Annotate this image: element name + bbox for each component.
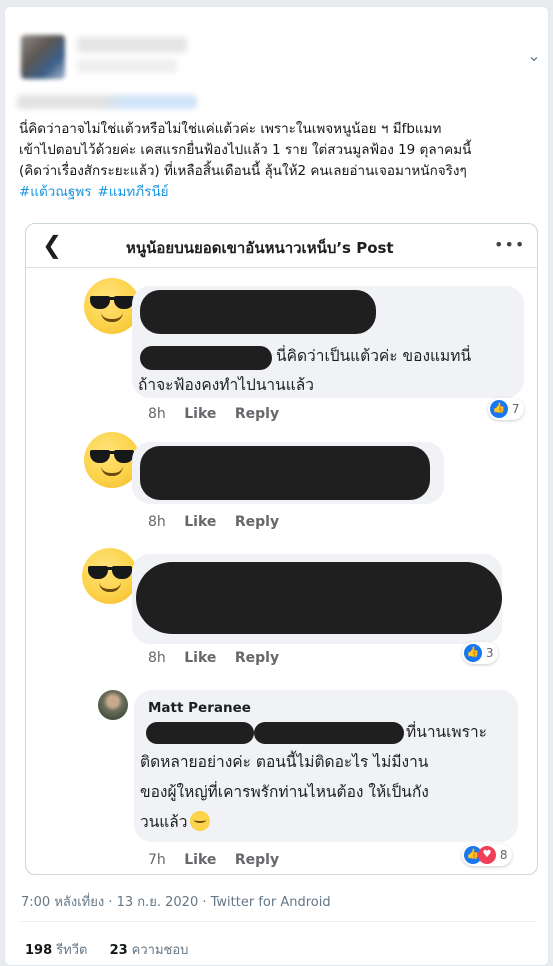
- reaction-count[interactable]: 👍 3: [462, 642, 499, 664]
- redacted-text: [254, 722, 404, 744]
- comment-text: ถ้าจะฟ้องคงทำไปนานแล้ว: [138, 376, 314, 394]
- author-name-blurred[interactable]: [77, 37, 187, 53]
- like-button[interactable]: Like: [184, 514, 216, 530]
- hashtag-link[interactable]: #แต้วณฐพร: [19, 184, 91, 200]
- reply-text: ของผู้ใหญ่ที่เคารพรักท่านไหนต้อง ให้เป็น…: [140, 783, 429, 801]
- reply-text: ที่นานเพราะ: [406, 723, 487, 741]
- comment-time: 8h: [148, 650, 166, 666]
- like-button[interactable]: Like: [184, 852, 216, 868]
- redacted-comment: [140, 446, 430, 500]
- author-handle-blurred: [77, 59, 177, 73]
- hashtag-list: #แต้วณฐพร #แมทภีรนีย์: [19, 182, 543, 203]
- fb-post-title: หนูน้อยบนยอดเขาอันหนาวเหน็บ’s Post: [126, 239, 394, 257]
- comment-text: นี่คิดว่าเป็นแต้วค่ะ ของแมทนี่: [276, 347, 472, 365]
- tweet-text-line: (คิดว่าเรื่องสักระยะแล้ว) ที่เหลือสิ้นเด…: [19, 163, 467, 179]
- comment-time: 8h: [148, 406, 166, 422]
- divider: [21, 921, 536, 922]
- reply-text-last: วนแล้ว: [140, 808, 210, 837]
- comment-time: 7h: [148, 852, 166, 868]
- back-arrow-icon[interactable]: ❮: [42, 232, 62, 258]
- redacted-name: [140, 290, 376, 334]
- embedded-facebook-screenshot[interactable]: ❮ หนูน้อยบนยอดเขาอันหนาวเหน็บ’s Post •••…: [25, 223, 538, 875]
- tweet-text-line: นี่คิดว่าอาจไม่ใช่แต้วหรือไม่ใช่แค่แต้วค…: [19, 121, 442, 137]
- thumbs-up-icon: 👍: [464, 643, 482, 662]
- heart-icon: ♥: [478, 845, 496, 864]
- tweet-stats: 198 รีทวีต 23 ความชอบ: [25, 939, 206, 960]
- reply-button[interactable]: Reply: [235, 514, 279, 530]
- likes-label: ความชอบ: [131, 943, 189, 958]
- comment-meta: 8h Like Reply: [148, 514, 293, 530]
- reaction-count[interactable]: 👍 ♥ 8: [462, 844, 513, 866]
- redacted-text: [146, 722, 254, 744]
- comment-meta: 8h Like Reply: [148, 650, 293, 666]
- reaction-number: 7: [511, 402, 520, 416]
- sunglasses-emoji-avatar: [82, 548, 138, 604]
- reaction-count[interactable]: 👍 7: [488, 398, 525, 420]
- reply-button[interactable]: Reply: [235, 852, 279, 868]
- tweet-card: ⌄ นี่คิดว่าอาจไม่ใช่แต้วหรือไม่ใช่แค่แต้…: [4, 6, 549, 966]
- redacted-text: [140, 346, 272, 370]
- reaction-number: 8: [499, 848, 508, 862]
- fb-header: ❮ หนูน้อยบนยอดเขาอันหนาวเหน็บ’s Post •••: [26, 224, 537, 268]
- likes-count: 23: [109, 943, 128, 958]
- retweets-label: รีทวีต: [56, 943, 88, 958]
- reply-button[interactable]: Reply: [235, 406, 279, 422]
- comment-time: 8h: [148, 514, 166, 530]
- chevron-down-icon[interactable]: ⌄: [525, 47, 543, 65]
- smile-emoji-icon: [189, 810, 210, 831]
- reply-button[interactable]: Reply: [235, 650, 279, 666]
- tweet-text: นี่คิดว่าอาจไม่ใช่แต้วหรือไม่ใช่แค่แต้วค…: [19, 119, 543, 203]
- comment-meta: 7h Like Reply: [148, 852, 293, 868]
- comment-meta: 8h Like Reply: [148, 406, 293, 422]
- hashtag-link[interactable]: #แมทภีรนีย์: [97, 184, 168, 200]
- thumbs-up-icon: 👍: [490, 399, 508, 418]
- author-avatar[interactable]: [21, 35, 65, 79]
- more-dots-icon[interactable]: •••: [494, 235, 525, 254]
- tweet-text-line: เข้าไปตอบไว้ด้วยค่ะ เคสแรกยื่นฟ้องไปแล้ว…: [19, 142, 472, 158]
- avatar[interactable]: [98, 690, 128, 720]
- reply-text: วนแล้ว: [140, 813, 188, 831]
- reply-author[interactable]: Matt Peranee: [148, 700, 251, 716]
- blurred-text: [17, 95, 197, 109]
- reaction-number: 3: [485, 646, 494, 660]
- retweets-count: 198: [25, 943, 53, 958]
- redacted-comment: [136, 562, 502, 634]
- tweet-timestamp[interactable]: 7:00 หลังเที่ยง · 13 ก.ย. 2020 · Twitter…: [21, 891, 331, 912]
- retweets-stat[interactable]: 198 รีทวีต: [25, 943, 87, 958]
- like-button[interactable]: Like: [184, 406, 216, 422]
- reply-text: ติดหลายอย่างค่ะ ตอนนี้ไม่ติดอะไร ไม่มีงา…: [140, 753, 429, 771]
- likes-stat[interactable]: 23 ความชอบ: [110, 943, 189, 958]
- like-button[interactable]: Like: [184, 650, 216, 666]
